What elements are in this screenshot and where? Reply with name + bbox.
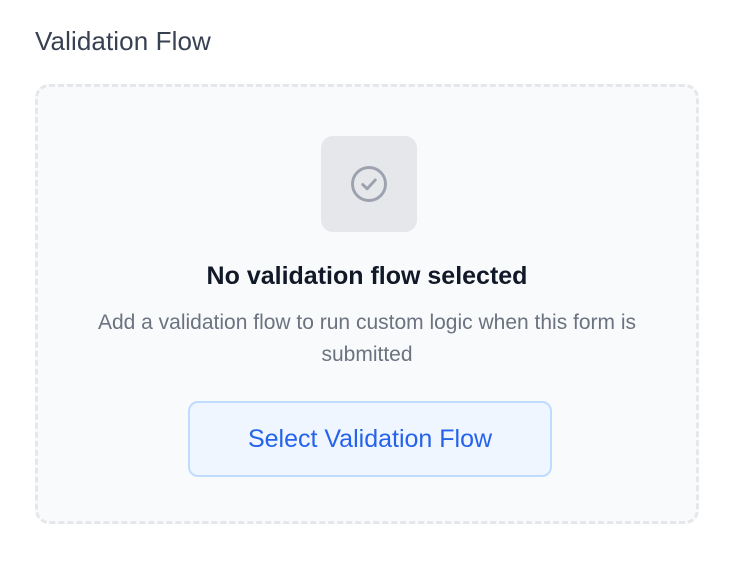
check-circle-icon — [351, 166, 387, 202]
select-validation-flow-button[interactable]: Select Validation Flow — [188, 401, 552, 477]
empty-state-description: Add a validation flow to run custom logi… — [97, 311, 637, 366]
section-title: Validation Flow — [35, 26, 211, 56]
validation-flow-empty-state: No validation flow selected Add a valida… — [35, 84, 699, 524]
icon-tile — [321, 136, 417, 232]
empty-state-heading: No validation flow selected — [206, 262, 528, 290]
